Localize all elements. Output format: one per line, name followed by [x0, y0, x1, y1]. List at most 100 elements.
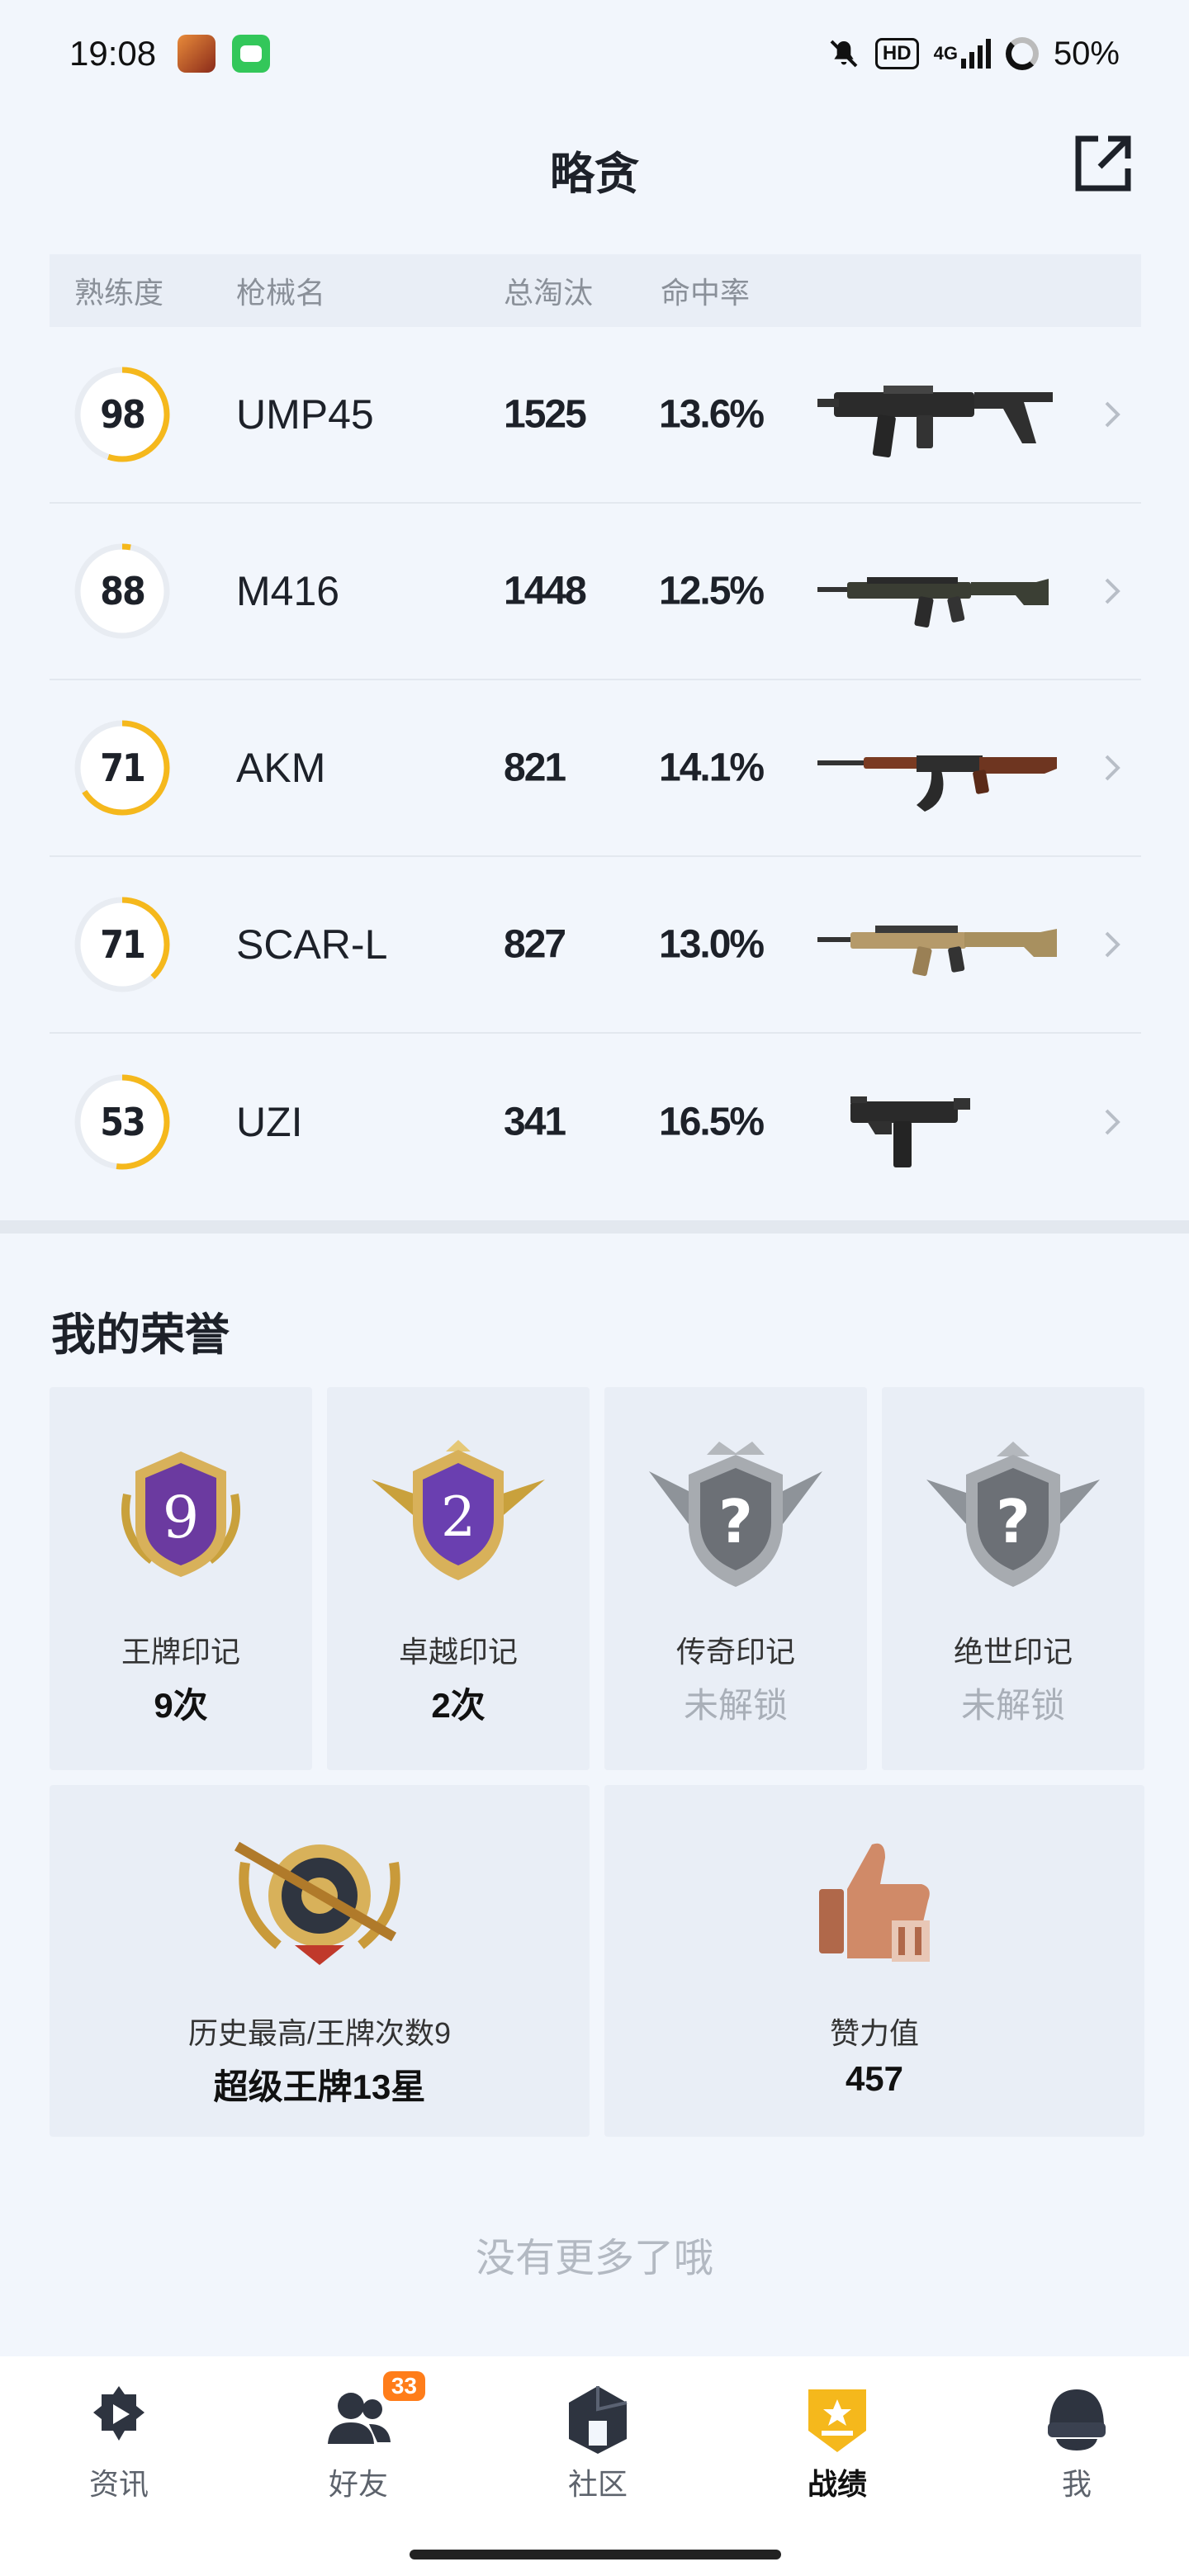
proficiency-ring: 98: [73, 365, 172, 464]
tab-profile[interactable]: 我: [994, 2381, 1159, 2503]
header-proficiency: 熟练度: [74, 276, 164, 310]
hd-badge: HD: [874, 38, 919, 69]
tab-community[interactable]: 社区: [515, 2381, 680, 2503]
gun-name: M416: [236, 568, 340, 614]
table-row[interactable]: 71 SCAR-L 827 13.0%: [50, 857, 1141, 1034]
hit-rate-value: 13.0%: [659, 922, 765, 967]
scar-l-image: [817, 926, 1057, 977]
likes-card[interactable]: 赞力值 457: [604, 1785, 1144, 2137]
best-rank-value: 超级王牌13星: [213, 2067, 426, 2106]
header-gun-name: 枪械名: [236, 276, 326, 310]
proficiency-value: 71: [100, 746, 146, 790]
hit-rate-value: 13.6%: [659, 392, 765, 437]
mark-label: 传奇印记: [675, 1635, 795, 1669]
record-icon: [800, 2381, 874, 2455]
uzi-image: [850, 1096, 970, 1167]
gun-name: UZI: [236, 1099, 303, 1145]
news-icon: [82, 2381, 156, 2455]
peerless-mark-badge-icon: ?: [926, 1442, 1100, 1587]
chevron-right-icon: [1105, 578, 1120, 604]
kills-value: 827: [504, 922, 566, 967]
badge-question: ?: [996, 1487, 1030, 1556]
highest-rank-card[interactable]: 历史最高/王牌次数9 超级王牌13星: [50, 1785, 590, 2137]
excellence-mark-card[interactable]: 2 卓越印记 2次: [327, 1387, 590, 1770]
m416-image: [817, 577, 1049, 627]
tab-records[interactable]: 战绩: [755, 2381, 920, 2503]
mark-value: 2次: [431, 1686, 486, 1725]
chevron-right-icon: [1105, 931, 1120, 958]
badge-question: ?: [718, 1487, 753, 1556]
community-icon: [561, 2381, 635, 2455]
tab-news[interactable]: 资讯: [36, 2381, 201, 2503]
section-divider: [0, 1220, 1189, 1234]
profile-icon: [1040, 2381, 1114, 2455]
likes-label: 赞力值: [829, 2016, 919, 2050]
chevron-right-icon: [1105, 1109, 1120, 1135]
peerless-mark-card[interactable]: ? 绝世印记 未解锁: [882, 1387, 1144, 1770]
mark-label: 王牌印记: [121, 1635, 240, 1669]
kills-value: 821: [504, 746, 566, 790]
akm-image: [817, 755, 1057, 812]
kills-value: 1448: [504, 569, 587, 613]
hit-rate-value: 14.1%: [659, 746, 765, 790]
gun-name: UMP45: [236, 391, 374, 438]
network-type: 4G: [933, 43, 958, 64]
game-app-icon: [178, 35, 216, 73]
likes-value: 457: [845, 2059, 904, 2098]
mark-label: 卓越印记: [398, 1635, 518, 1669]
excellence-mark-badge-icon: 2: [372, 1440, 545, 1580]
home-indicator[interactable]: [410, 2550, 781, 2559]
honor-section-title: 我的荣誉: [51, 1310, 230, 1360]
proficiency-ring: 71: [73, 718, 172, 817]
share-icon[interactable]: [1070, 130, 1136, 197]
mark-value: 9次: [154, 1686, 208, 1725]
end-of-list-text: 没有更多了哦: [475, 2237, 713, 2280]
status-time: 19:08: [69, 34, 157, 73]
proficiency-value: 88: [100, 569, 146, 613]
page-header: 略贪: [0, 124, 1189, 206]
proficiency-value: 98: [100, 392, 146, 437]
best-rank-label: 历史最高/王牌次数9: [187, 2016, 452, 2050]
proficiency-ring: 71: [73, 895, 172, 994]
weapon-table: 熟练度 枪械名 总淘汰 命中率 98 UMP45 1525 13.6% 88 M…: [50, 254, 1141, 1210]
table-row[interactable]: 88 M416 1448 12.5%: [50, 504, 1141, 680]
message-app-icon: [232, 35, 271, 73]
status-bar: 19:08 HD 4G 50%: [0, 0, 1189, 107]
chevron-right-icon: [1105, 401, 1120, 428]
proficiency-value: 71: [100, 922, 146, 967]
header-hit-rate: 命中率: [661, 276, 751, 310]
mark-label: 绝世印记: [953, 1635, 1073, 1669]
table-header: 熟练度 枪械名 总淘汰 命中率: [50, 254, 1141, 327]
chevron-right-icon: [1105, 755, 1120, 781]
thumbs-up-icon: [819, 1843, 930, 1962]
friends-icon: 33: [321, 2371, 425, 2455]
friends-count-badge: 33: [382, 2371, 425, 2401]
ace-mark-badge-icon: 9: [121, 1451, 240, 1577]
header-kills: 总淘汰: [504, 276, 594, 310]
tab-label: 我: [1061, 2467, 1092, 2501]
ace-mark-card[interactable]: 9 王牌印记 9次: [50, 1387, 312, 1770]
mute-bell-icon: [830, 40, 858, 68]
gun-name: AKM: [236, 745, 326, 791]
table-row[interactable]: 98 UMP45 1525 13.6%: [50, 327, 1141, 504]
mark-value: 未解锁: [960, 1686, 1065, 1725]
signal-icon: [960, 39, 991, 69]
bottom-tab-bar: 资讯 33 好友 社区 战绩 我: [0, 2356, 1189, 2576]
proficiency-value: 53: [100, 1100, 146, 1144]
legend-mark-card[interactable]: ? 传奇印记 未解锁: [604, 1387, 867, 1770]
super-ace-badge-icon: [234, 1841, 400, 1965]
hit-rate-value: 16.5%: [659, 1100, 765, 1144]
table-row[interactable]: 53 UZI 341 16.5%: [50, 1034, 1141, 1210]
battery-percent: 50%: [1053, 35, 1120, 72]
mark-value: 未解锁: [683, 1686, 788, 1725]
proficiency-ring: 53: [73, 1073, 172, 1172]
kills-value: 1525: [504, 392, 587, 437]
badge-number: 9: [163, 1484, 200, 1551]
proficiency-ring: 88: [73, 542, 172, 641]
legend-mark-badge-icon: ?: [649, 1442, 822, 1587]
battery-icon: [1005, 37, 1039, 70]
tab-friends[interactable]: 33 好友: [276, 2371, 441, 2503]
tab-label: 好友: [328, 2467, 388, 2501]
table-row[interactable]: 71 AKM 821 14.1%: [50, 680, 1141, 857]
tab-label: 战绩: [807, 2467, 867, 2501]
